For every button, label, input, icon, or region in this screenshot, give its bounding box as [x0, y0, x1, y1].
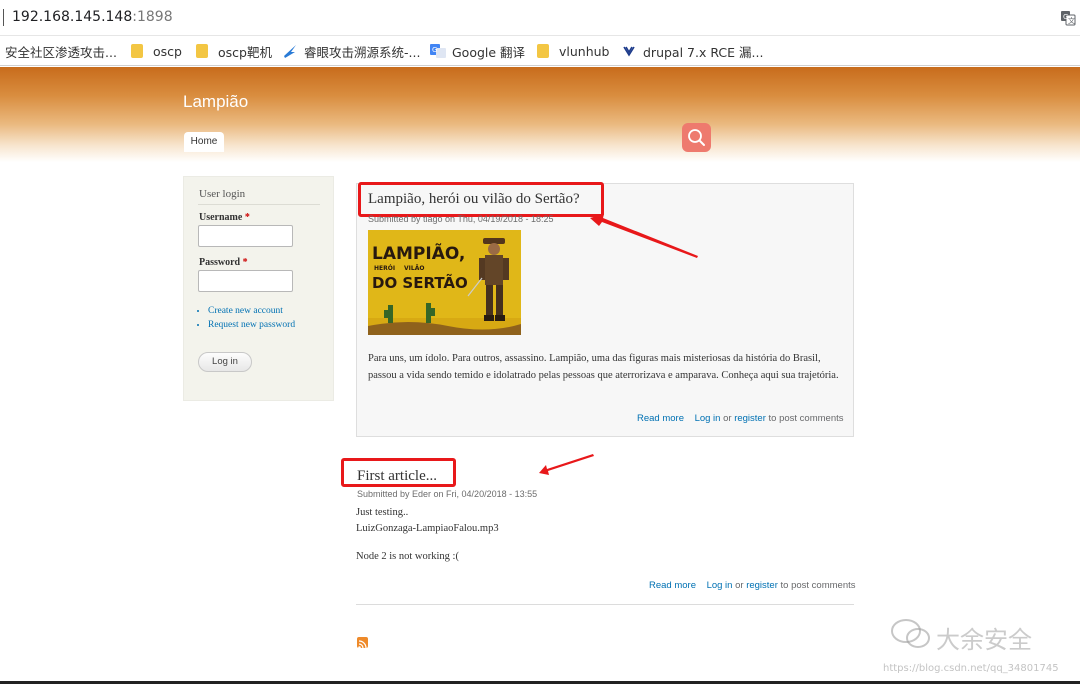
login-link[interactable]: Log in [707, 580, 733, 591]
password-input[interactable] [198, 270, 293, 292]
register-link[interactable]: register [734, 413, 766, 424]
username-label: Username * [199, 212, 250, 223]
article-meta: Submitted by tiago on Thu, 04/19/2018 - … [368, 214, 554, 224]
highlight-box [341, 458, 456, 487]
site-header [0, 67, 1080, 162]
folder-icon [537, 44, 549, 58]
address-bar[interactable]: 192.168.145.148:1898 G 文 [0, 0, 1080, 36]
bookmark-label: oscp靶机 [218, 44, 272, 60]
read-more-link[interactable]: Read more [649, 580, 696, 591]
read-more-link[interactable]: Read more [637, 413, 684, 424]
bookmark-label: 睿眼攻击溯源系统-... [304, 44, 421, 60]
article-meta: Submitted by Eder on Fri, 04/20/2018 - 1… [357, 489, 538, 499]
post-comments-text: to post comments [768, 413, 844, 424]
password-label: Password * [199, 257, 248, 268]
folder-icon [196, 44, 208, 58]
drupal-icon [623, 46, 635, 57]
register-link[interactable]: register [746, 580, 778, 591]
watermark-brand: 大余安全 [936, 626, 1032, 654]
url-host: 192.168.145.148 [12, 9, 133, 25]
login-button[interactable]: Log in [198, 352, 252, 372]
search-button[interactable] [682, 123, 711, 152]
bookmark-folder-vlunhub[interactable]: vlunhub [537, 41, 610, 61]
article-links: Read more Log in or register to post com… [649, 580, 856, 591]
username-input[interactable] [198, 225, 293, 247]
article-attachment: LuizGonzaga-LampiaoFalou.mp3 [356, 523, 499, 534]
request-password-link[interactable]: Request new password [208, 318, 295, 332]
text-cursor [3, 9, 4, 26]
bookmark-label: drupal 7.x RCE 漏... [643, 44, 764, 60]
svg-text:G: G [432, 46, 437, 54]
bookmark-item[interactable]: G Google 翻译 [430, 41, 525, 61]
site-name[interactable]: Lampião [183, 92, 248, 112]
bookmark-label: oscp [153, 43, 182, 59]
bookmark-label: vlunhub [559, 43, 610, 59]
bookmark-item[interactable]: 安全社区渗透攻击... [5, 41, 117, 61]
required-mark: * [244, 212, 250, 223]
bookmark-folder-oscp-target[interactable]: oscp靶机 [196, 41, 272, 61]
bookmark-item[interactable]: drupal 7.x RCE 漏... [621, 41, 763, 61]
arrow-icon [539, 454, 594, 475]
google-translate-icon: G [430, 44, 446, 58]
article-body: Para uns, um ídolo. Para outros, assassi… [368, 353, 839, 381]
article-image[interactable]: LAMPIÃO, HERÓI VILÃO DO SERTÃO [368, 230, 521, 335]
login-link[interactable]: Log in [695, 413, 721, 424]
required-mark: * [242, 257, 248, 268]
login-links: Create new account Request new password [208, 304, 295, 332]
post-comments-text: to post comments [780, 580, 856, 591]
bookmark-folder-oscp[interactable]: oscp [131, 41, 182, 61]
rss-feed-icon[interactable] [357, 637, 368, 649]
translate-icon[interactable]: G 文 [1060, 10, 1076, 26]
swallow-icon [284, 45, 296, 58]
bookmark-label: 安全社区渗透攻击... [5, 44, 117, 60]
bookmarks-bar: 安全社区渗透攻击... oscp oscp靶机 睿眼攻击溯源系统-... G G… [0, 36, 1080, 66]
divider [198, 204, 320, 205]
watermark-url: https://blog.csdn.net/qq_34801745 [883, 663, 1059, 674]
create-account-link[interactable]: Create new account [208, 304, 295, 318]
divider [356, 604, 854, 605]
bookmark-item[interactable]: 睿眼攻击溯源系统-... [282, 41, 420, 61]
article-body-line: Just testing.. [356, 507, 409, 518]
or-text: or [735, 580, 744, 591]
block-title: User login [199, 188, 246, 200]
url-text[interactable]: 192.168.145.148:1898 [12, 9, 173, 25]
article-links: Read more Log in or register to post com… [637, 413, 844, 424]
article-body-line: Node 2 is not working :( [356, 551, 459, 562]
or-text: or [723, 413, 732, 424]
svg-text:文: 文 [1068, 16, 1075, 25]
folder-icon [131, 44, 143, 58]
bookmark-label: Google 翻译 [452, 44, 526, 60]
search-icon [688, 129, 705, 146]
user-login-block: User login Username * Password * Create … [183, 176, 334, 401]
wechat-watermark-icon [891, 619, 930, 648]
url-port: :1898 [132, 9, 173, 25]
tab-home[interactable]: Home [184, 132, 224, 152]
highlight-box [358, 182, 604, 217]
